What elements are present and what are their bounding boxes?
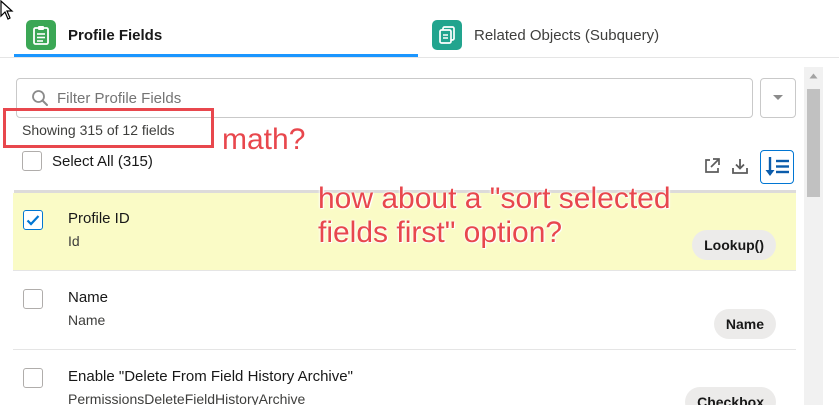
annotation-math: math? [222,123,306,156]
field-checkbox[interactable] [23,210,43,230]
field-api-name: PermissionsDeleteFieldHistoryArchive [68,391,306,405]
download-icon[interactable] [728,154,752,178]
list-actions [700,150,796,184]
search-input[interactable] [57,89,697,107]
checkmark-icon [26,215,40,226]
list-icon [26,20,56,50]
filter-dropdown-button[interactable] [760,78,796,118]
scroll-up-arrow-icon[interactable] [804,67,823,85]
tab-bar: Profile Fields Related Objects (Subquery… [0,0,839,58]
field-api-name: Name [68,312,106,328]
chevron-down-icon [773,95,783,100]
field-label: Profile ID [68,210,130,227]
select-all-checkbox[interactable] [22,151,42,171]
field-checkbox[interactable] [23,289,43,309]
field-label: Enable "Delete From Field History Archiv… [68,368,353,385]
sort-list-icon[interactable] [760,150,794,184]
annotation-sort-line-1: how about a "sort selected [318,182,671,215]
field-api-name: Id [68,233,80,249]
field-checkbox[interactable] [23,368,43,388]
field-type-badge: Checkbox [685,387,776,405]
annotation-highlight-box [3,108,214,148]
field-label: Name [68,289,109,306]
field-row[interactable]: Enable "Delete From Field History Archiv… [13,351,796,405]
select-all[interactable]: Select All (315) [22,151,153,171]
field-row[interactable]: Name Name Name [13,272,796,350]
tab-profile-fields[interactable]: Profile Fields [26,16,162,54]
tab-divider [0,57,839,58]
annotation-sort-line-2: fields first" option? [318,216,563,249]
tab-label: Related Objects (Subquery) [474,26,660,44]
scrollbar[interactable] [804,67,823,405]
scrollbar-thumb[interactable] [807,89,820,197]
tab-label: Profile Fields [68,26,163,44]
related-list-icon [432,20,462,50]
search-icon [32,90,48,106]
pop-out-icon[interactable] [700,154,724,178]
field-type-badge: Lookup() [692,230,776,260]
tab-related-objects[interactable]: Related Objects (Subquery) [432,16,659,54]
field-type-badge: Name [713,309,776,339]
select-all-label: Select All (315) [52,152,153,170]
